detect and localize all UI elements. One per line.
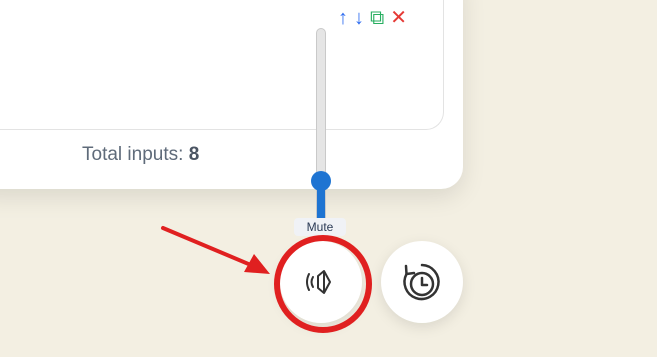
highlight-circle [274,235,372,333]
inputs-card: ↑ ↓ ⧉ ✕ Total inputs: 8 [0,0,463,189]
history-button[interactable] [381,241,463,323]
history-clock-icon [403,263,440,301]
pointer-arrow [161,226,270,274]
mute-tooltip: Mute [294,218,346,236]
move-down-icon[interactable]: ↓ [354,8,364,28]
move-up-icon[interactable]: ↑ [338,8,348,28]
delete-icon[interactable]: ✕ [390,8,407,28]
volume-slider-thumb[interactable] [311,171,331,191]
total-inputs-value: 8 [188,144,200,165]
duplicate-icon[interactable]: ⧉ [370,8,384,28]
row-actions: ↑ ↓ ⧉ ✕ [338,8,407,28]
total-inputs-label: Total inputs: [82,144,184,165]
total-inputs: Total inputs: 8 [82,144,199,166]
